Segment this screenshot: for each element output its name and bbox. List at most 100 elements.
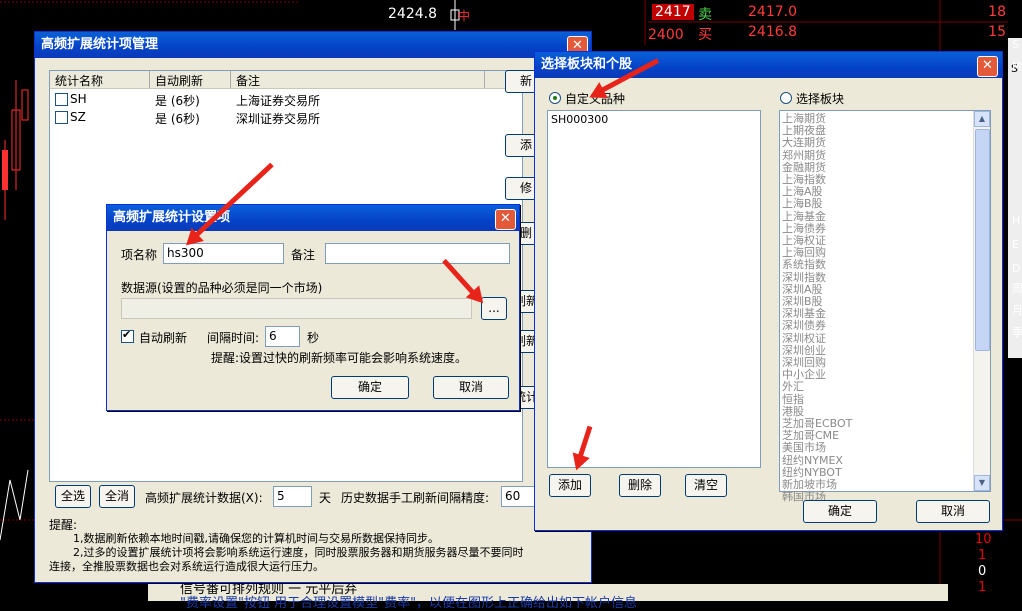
quote-row-buy: 2400 买 2416.8 15 bbox=[648, 23, 1008, 43]
list-item[interactable]: SH000300 bbox=[551, 113, 608, 126]
dialog-title: 选择板块和个股 bbox=[535, 52, 1002, 78]
block-list-item[interactable]: 深圳A股 bbox=[782, 283, 823, 296]
name-input[interactable]: hs300 bbox=[163, 243, 284, 264]
row-auto-refresh: 是 (6秒) bbox=[155, 112, 200, 126]
block-list-item[interactable]: 深圳债券 bbox=[782, 320, 826, 332]
data-days-label: 高频扩展统计数据(X): bbox=[145, 491, 263, 505]
row-note: 深圳证券交易所 bbox=[236, 112, 321, 126]
column-header[interactable]: 备注 bbox=[236, 72, 260, 89]
history-interval-label: 历史数据手工刷新间隔精度: bbox=[341, 491, 490, 505]
custom-items-list[interactable]: SH000300 bbox=[547, 110, 761, 468]
row-auto-refresh: 是 (6秒) bbox=[155, 94, 200, 108]
close-icon[interactable]: ✕ bbox=[495, 209, 516, 230]
deselect-all-button[interactable]: 全消 bbox=[99, 485, 135, 508]
row-name: SZ bbox=[70, 110, 86, 124]
ok-button[interactable]: 确定 bbox=[803, 500, 877, 523]
quote-action: 买 bbox=[698, 27, 712, 43]
right-letter: S bbox=[1012, 38, 1019, 51]
block-list-item[interactable]: 纽约NYBOT bbox=[782, 466, 842, 479]
block-list-item[interactable]: 深圳权证 bbox=[782, 332, 826, 345]
speed-hint: 提醒:设置过快的刷新频率可能会影响系统速度。 bbox=[211, 351, 468, 365]
table-row[interactable]: SZ 是 (6秒) 深圳证券交易所 bbox=[50, 108, 490, 126]
block-list-item[interactable]: 美国市场 bbox=[782, 442, 826, 454]
seconds-unit: 秒 bbox=[307, 331, 320, 345]
ok-button[interactable]: 确定 bbox=[331, 376, 409, 399]
row-checkbox[interactable] bbox=[55, 111, 68, 124]
scroll-up-icon[interactable]: ▲ bbox=[974, 111, 990, 127]
quote-price: 2417.0 bbox=[748, 4, 797, 20]
bottom-text-line-2: "费率设置"按钮 用于合理设置模型"费率"，以便在图形上正确给出如下帐户信息 bbox=[180, 596, 638, 611]
list-header: 统计名称 自动刷新 备注 bbox=[50, 71, 522, 89]
interval-label: 间隔时间: bbox=[207, 331, 260, 345]
block-list-item[interactable]: 系统指数 bbox=[782, 259, 826, 271]
column-header[interactable]: 自动刷新 bbox=[155, 72, 203, 89]
radio-block[interactable] bbox=[780, 92, 792, 104]
data-days-input[interactable]: 5 bbox=[273, 486, 312, 507]
delete-item-button[interactable]: 删除 bbox=[619, 474, 661, 497]
quote-volume: 18 bbox=[988, 4, 1006, 20]
window-title: 高频扩展统计项管理 bbox=[35, 32, 591, 58]
quote-action: 卖 bbox=[698, 7, 712, 23]
right-number: 1 bbox=[978, 548, 987, 563]
radio-block-label[interactable]: 选择板块 bbox=[796, 90, 844, 107]
quote-volume: 15 bbox=[988, 24, 1006, 40]
auto-refresh-label: 自动刷新 bbox=[139, 331, 188, 345]
right-letter: H bbox=[1012, 214, 1021, 227]
right-number: 1 bbox=[978, 580, 987, 595]
scrollbar[interactable]: ▲ ▼ bbox=[973, 111, 990, 491]
source-label: 数据源(设置的品种必须是同一个市场) bbox=[121, 281, 323, 295]
quote-row-sell: 2417 卖 2417.0 18 bbox=[648, 3, 1008, 23]
block-list-item[interactable]: 恒指 bbox=[782, 393, 804, 406]
block-items-list[interactable]: 上海期货 上期夜盘 大连期货 郑州期货 金融期货 上海指数 上海A股 上海B股 上海基金 上海债券… bbox=[779, 110, 991, 503]
source-input[interactable] bbox=[121, 298, 472, 319]
hint-line-3: 连接，全推股票数据也会对系统运行造成很大运行压力。 bbox=[49, 560, 324, 573]
right-letter: 周 bbox=[1012, 282, 1022, 295]
top-marker: 中 bbox=[458, 9, 471, 23]
block-list-item[interactable]: 芝加哥ECBOT bbox=[782, 418, 852, 430]
right-letter: 季 bbox=[1012, 326, 1022, 339]
block-list-item[interactable]: 中小企业 bbox=[782, 369, 826, 381]
block-list-item[interactable]: 金融期货 bbox=[782, 161, 826, 174]
block-list-item[interactable]: 上海债券 bbox=[782, 222, 826, 235]
row-checkbox[interactable] bbox=[55, 93, 68, 106]
history-interval-input[interactable]: 60 bbox=[501, 486, 536, 507]
block-list-item[interactable]: 港股 bbox=[782, 405, 804, 418]
quote-price: 2416.8 bbox=[748, 24, 797, 40]
right-letter: E bbox=[1012, 238, 1019, 251]
interval-input[interactable]: 6 bbox=[265, 326, 300, 347]
note-label: 备注 bbox=[291, 248, 316, 262]
block-list-item[interactable]: 上海基金 bbox=[782, 210, 826, 223]
scroll-down-icon[interactable]: ▼ bbox=[974, 475, 990, 491]
note-input[interactable] bbox=[325, 243, 510, 264]
right-number: 10 bbox=[975, 532, 992, 547]
quote-code: 2417 bbox=[652, 4, 694, 20]
add-item-button[interactable]: 添加 bbox=[549, 474, 591, 497]
stat-settings-dialog: 高频扩展统计设置项 ✕ 项名称 hs300 备注 数据源(设置的品种必须是同一个… bbox=[106, 204, 520, 411]
select-block-dialog: 选择板块和个股 ✕ 自定义品种 选择板块 SH000300 上海期货上期夜盘大连… bbox=[534, 51, 1003, 531]
row-note: 上海证券交易所 bbox=[236, 94, 321, 108]
table-row[interactable]: SH 是 (6秒) 上海证券交易所 bbox=[50, 90, 490, 108]
right-letter: D bbox=[1012, 262, 1021, 275]
block-list-item[interactable]: 郑州期货 bbox=[782, 149, 826, 162]
block-list-item[interactable]: 深圳创业 bbox=[782, 344, 826, 357]
block-list-item[interactable]: 上海B股 bbox=[782, 198, 823, 210]
top-price: 2424.8 bbox=[388, 6, 437, 22]
days-unit: 天 bbox=[319, 491, 332, 505]
block-list-item[interactable]: 大连期货 bbox=[782, 137, 826, 149]
cancel-button[interactable]: 取消 bbox=[433, 376, 509, 399]
close-icon[interactable]: ✕ bbox=[977, 56, 998, 77]
select-all-button[interactable]: 全选 bbox=[55, 485, 91, 508]
auto-refresh-checkbox[interactable]: ✔ bbox=[121, 328, 134, 343]
cancel-button[interactable]: 取消 bbox=[916, 500, 990, 523]
right-letter: M bbox=[1012, 60, 1022, 73]
block-list-item[interactable]: 纽约NYMEX bbox=[782, 454, 843, 467]
dialog-title: 高频扩展统计设置项 bbox=[107, 205, 519, 231]
column-header[interactable]: 统计名称 bbox=[55, 72, 103, 89]
block-list-item[interactable]: 外汇 bbox=[782, 381, 804, 393]
block-list-item[interactable]: 深圳指数 bbox=[782, 271, 826, 284]
name-label: 项名称 bbox=[121, 248, 158, 262]
scroll-thumb[interactable] bbox=[975, 129, 990, 351]
right-letter: 月 bbox=[1012, 304, 1022, 317]
clear-items-button[interactable]: 清空 bbox=[685, 474, 727, 497]
radio-custom[interactable] bbox=[549, 92, 561, 104]
